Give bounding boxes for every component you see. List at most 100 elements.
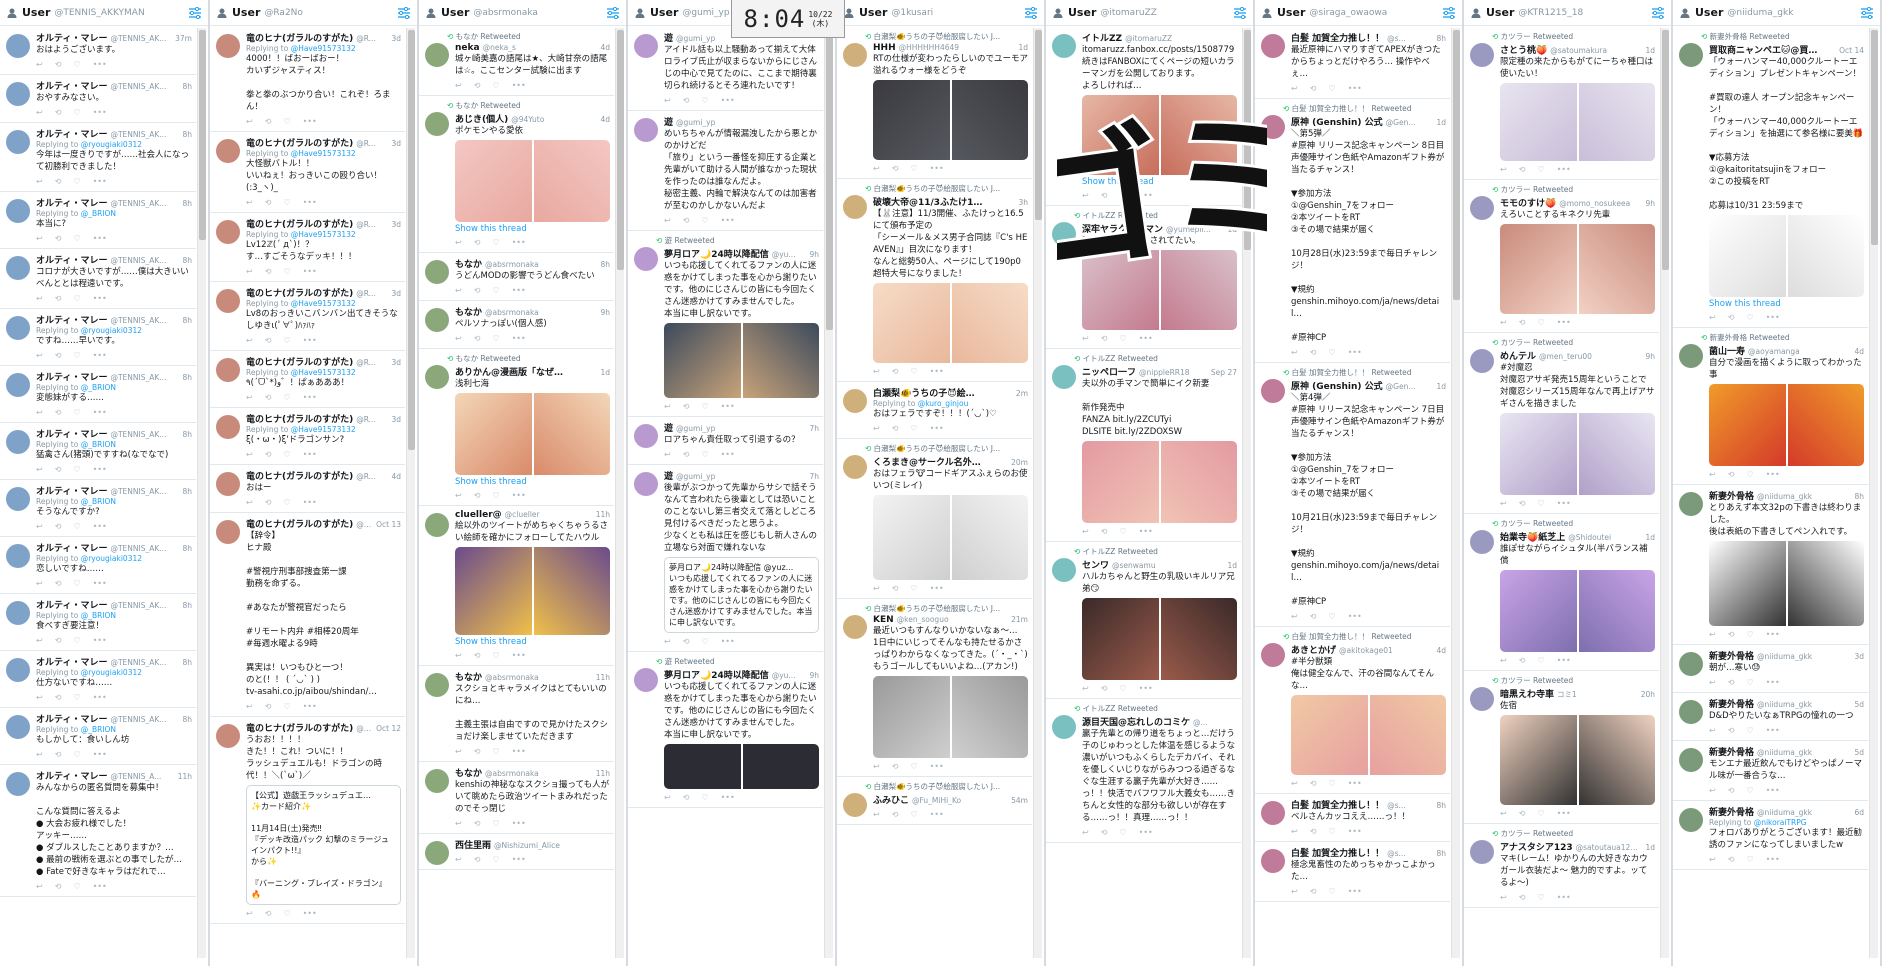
more-icon[interactable]: •••: [721, 216, 735, 225]
reply-icon[interactable]: ↩: [246, 702, 253, 711]
media-image[interactable]: [1369, 695, 1446, 775]
more-icon[interactable]: •••: [512, 334, 526, 343]
reply-icon[interactable]: ↩: [1082, 527, 1089, 536]
reply-icon[interactable]: ↩: [1500, 318, 1507, 327]
author-name[interactable]: 西住里雨: [455, 838, 491, 851]
media-image[interactable]: [664, 744, 741, 789]
author-name[interactable]: 遊: [664, 469, 673, 482]
author-name[interactable]: 破壊大帝@11/3ふたけ16.5(P…: [873, 195, 983, 208]
more-icon[interactable]: •••: [721, 637, 735, 646]
media-image[interactable]: [1500, 715, 1577, 805]
author-name[interactable]: くろまき@サークル名外国…: [873, 455, 983, 468]
like-icon[interactable]: ♡: [492, 747, 499, 756]
tweet[interactable]: 遊 Retweeted夢月ロア🌙24時以降配信@yu... 9h いつも応援してくれ…: [628, 652, 823, 808]
author-name[interactable]: もなか: [455, 766, 482, 779]
like-icon[interactable]: ♡: [283, 198, 290, 207]
tweet-time[interactable]: 3d: [391, 220, 401, 229]
author-name[interactable]: 竜のヒナ(ガラルのすがた): [246, 469, 353, 482]
reply-icon[interactable]: ↩: [1709, 630, 1716, 639]
like-icon[interactable]: ♡: [1537, 499, 1544, 508]
media-image[interactable]: [742, 323, 819, 398]
tweet-time[interactable]: 9h: [600, 308, 610, 317]
retweet-icon[interactable]: ⟲: [474, 651, 481, 660]
more-icon[interactable]: •••: [93, 636, 107, 645]
tweet-time[interactable]: 8h: [182, 199, 192, 208]
like-icon[interactable]: ♡: [1328, 779, 1335, 788]
tweet[interactable]: カツラー Retweetedモモのすけ🍑@momo_nosukeea 9h えろいこ…: [1464, 180, 1659, 333]
like-icon[interactable]: ♡: [910, 810, 917, 819]
tweet[interactable]: 白瀬梨🐠うちの子😈絵服腐したい J...破壊大帝@11/3ふたけ16.5(P… 3…: [837, 179, 1032, 382]
retweet-icon[interactable]: ⟲: [1728, 313, 1735, 322]
avatar[interactable]: [6, 34, 30, 58]
tweet[interactable]: 竜のヒナ(ガラルのすがた) @R... 3d Replying to @Have915…: [210, 132, 405, 213]
avatar[interactable]: [843, 43, 867, 67]
media-image[interactable]: [1160, 598, 1237, 680]
avatar[interactable]: [216, 472, 240, 496]
more-icon[interactable]: •••: [303, 909, 317, 918]
like-icon[interactable]: ♡: [1746, 678, 1753, 687]
filter-settings-icon[interactable]: [1024, 6, 1038, 19]
column-scrollbar[interactable]: [406, 28, 415, 958]
tweet-time[interactable]: 8h: [182, 601, 192, 610]
reply-icon[interactable]: ↩: [1709, 313, 1716, 322]
media-image[interactable]: [1500, 83, 1577, 161]
reply-mention-link[interactable]: @_BRION: [81, 440, 116, 449]
retweet-icon[interactable]: ⟲: [474, 238, 481, 247]
author-name[interactable]: 源目天国@忘れしのコミケ: [1082, 715, 1190, 728]
like-icon[interactable]: ♡: [492, 286, 499, 295]
avatar[interactable]: [425, 513, 449, 537]
author-name[interactable]: 竜のヒナ(ガラルのすがた): [246, 31, 353, 44]
like-icon[interactable]: ♡: [73, 750, 80, 759]
media-image[interactable]: [1787, 541, 1864, 626]
author-name[interactable]: KEN: [873, 615, 894, 625]
filter-settings-icon[interactable]: [606, 6, 620, 19]
reply-icon[interactable]: ↩: [455, 651, 462, 660]
scrollbar-thumb[interactable]: [1453, 30, 1460, 300]
tweet[interactable]: 白髪 加賀全力推し！！ Retweetedあきとかげ@akitokage01 4d…: [1255, 627, 1450, 794]
column-scrollbar[interactable]: [615, 28, 624, 958]
tweet-time[interactable]: 9h: [1645, 352, 1655, 361]
column-header[interactable]: User @absrmonaka: [419, 0, 626, 26]
like-icon[interactable]: ♡: [1537, 165, 1544, 174]
avatar[interactable]: [1261, 849, 1285, 873]
media-image[interactable]: [1578, 715, 1655, 805]
reply-icon[interactable]: ↩: [455, 286, 462, 295]
tweet[interactable]: 白瀬梨🐠うちの子😈絵服腐したい J...KEN@ken_sooguo 21m 最近い…: [837, 599, 1032, 777]
tweet-time[interactable]: 8h: [182, 430, 192, 439]
avatar[interactable]: [1052, 34, 1076, 58]
author-name[interactable]: オルティ・マレー: [36, 79, 107, 92]
tweet[interactable]: オルティ・マレー @TENNIS_AK... 8h Replying to @ryou…: [0, 309, 196, 366]
reply-icon[interactable]: ↩: [36, 294, 43, 303]
like-icon[interactable]: ♡: [1537, 656, 1544, 665]
reply-icon[interactable]: ↩: [664, 450, 671, 459]
more-icon[interactable]: •••: [1348, 348, 1362, 357]
like-icon[interactable]: ♡: [701, 402, 708, 411]
media-image[interactable]: [873, 676, 950, 758]
tweet-time[interactable]: 20h: [1641, 690, 1655, 699]
reply-icon[interactable]: ↩: [1500, 499, 1507, 508]
media-image[interactable]: [533, 140, 610, 222]
more-icon[interactable]: •••: [721, 402, 735, 411]
tweet-media[interactable]: [873, 495, 1028, 580]
like-icon[interactable]: ♡: [1746, 630, 1753, 639]
avatar[interactable]: [1470, 687, 1494, 711]
tweet[interactable]: オルティ・マレー @TENNIS_AK... 8h Replying to @_BRI…: [0, 366, 196, 423]
avatar[interactable]: [425, 673, 449, 697]
reply-icon[interactable]: ↩: [1291, 612, 1298, 621]
more-icon[interactable]: •••: [1139, 527, 1153, 536]
author-name[interactable]: もなか: [455, 257, 482, 270]
tweet-media[interactable]: [1082, 441, 1237, 523]
tweet-time[interactable]: 8h: [1854, 492, 1864, 501]
filter-settings-icon[interactable]: [397, 6, 411, 19]
reply-icon[interactable]: ↩: [246, 393, 253, 402]
avatar[interactable]: [1052, 715, 1076, 739]
like-icon[interactable]: ♡: [1746, 313, 1753, 322]
reply-icon[interactable]: ↩: [455, 334, 462, 343]
tweet-time[interactable]: 3d: [391, 358, 401, 367]
reply-icon[interactable]: ↩: [246, 909, 253, 918]
like-icon[interactable]: ♡: [73, 693, 80, 702]
more-icon[interactable]: •••: [1139, 334, 1153, 343]
tweet[interactable]: 新妻外骨格 @niiduma_gkk 6d Replying to @nikoraiT…: [1673, 801, 1868, 870]
media-image[interactable]: [951, 80, 1028, 160]
retweet-icon[interactable]: ⟲: [1728, 470, 1735, 479]
